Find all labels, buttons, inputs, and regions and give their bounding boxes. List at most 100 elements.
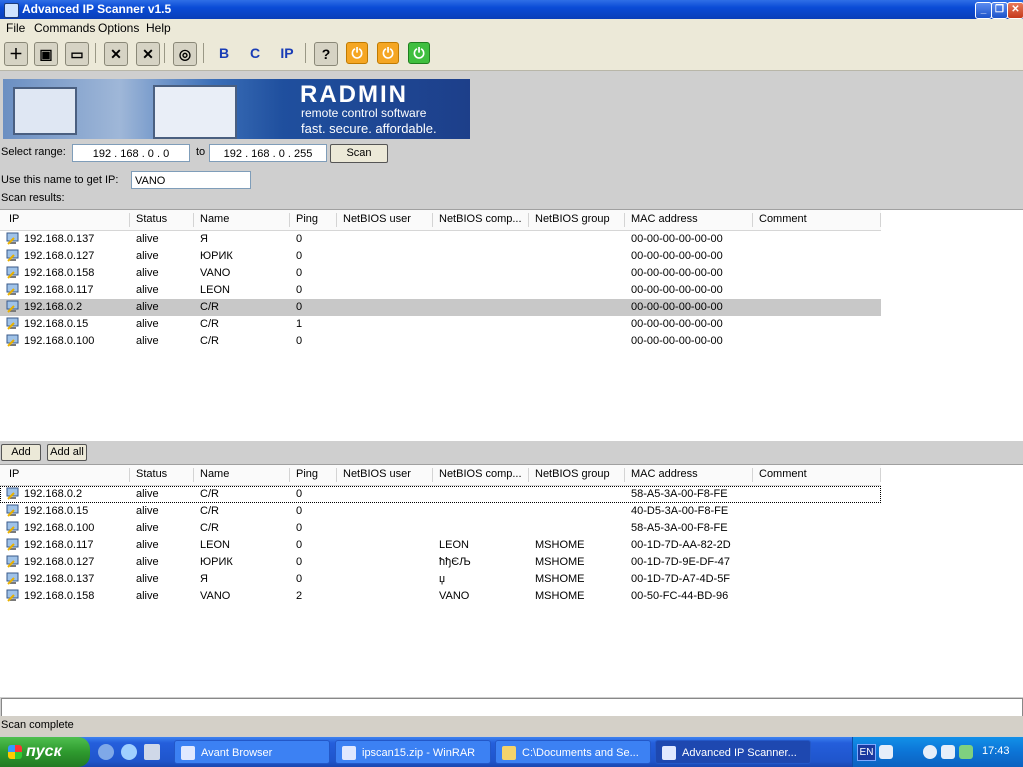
internet-explorer-icon[interactable] xyxy=(121,744,137,760)
col-netbios-group[interactable]: NetBIOS group xyxy=(535,468,610,480)
row-name: ЮРИК xyxy=(200,250,233,262)
table-row[interactable]: 192.168.0.127 alive ЮРИК 0 00-00-00-00-00-00 xyxy=(0,248,881,265)
row-netbios-group: MSHOME xyxy=(535,539,585,551)
name-input[interactable]: VANO xyxy=(131,171,251,189)
row-ping: 0 xyxy=(296,573,303,585)
table-row[interactable]: 192.168.0.137 alive Я 0 џ MSHOME 00-1D-7D-A7-4… xyxy=(0,571,881,588)
radmin-banner[interactable]: RADMIN remote control software fast. sec… xyxy=(3,79,470,139)
wake-on-lan-icon[interactable]: ⏻ xyxy=(408,42,430,64)
menu-help[interactable]: Help xyxy=(146,21,171,35)
row-ping: 0 xyxy=(296,267,303,279)
col-name[interactable]: Name xyxy=(200,468,229,480)
language-indicator[interactable]: EN xyxy=(857,744,876,761)
col-ip[interactable]: IP xyxy=(9,213,19,225)
range-from-input[interactable]: 192 . 168 . 0 . 0 xyxy=(72,144,190,162)
table-row[interactable]: 192.168.0.117 alive LEON 0 00-00-00-00-00-00 xyxy=(0,282,881,299)
remove-computer-icon[interactable]: ✕ xyxy=(104,42,128,66)
menu-options[interactable]: Options xyxy=(98,21,139,35)
add-computer-icon[interactable]: ＋ xyxy=(4,42,28,66)
computer-icon xyxy=(6,521,19,534)
col-name[interactable]: Name xyxy=(200,213,229,225)
class-b-icon[interactable]: B xyxy=(213,42,235,64)
taskbar-item-ip-scanner[interactable]: Advanced IP Scanner... xyxy=(655,740,811,764)
col-netbios-group[interactable]: NetBIOS group xyxy=(535,213,610,225)
show-desktop-icon[interactable] xyxy=(144,744,160,760)
computer-icon xyxy=(6,538,19,551)
row-ping: 0 xyxy=(296,522,303,534)
row-ip: 192.168.0.2 xyxy=(24,488,83,500)
row-status: alive xyxy=(136,556,159,568)
col-ping[interactable]: Ping xyxy=(296,468,318,480)
col-netbios-user[interactable]: NetBIOS user xyxy=(343,213,411,225)
media-player-icon[interactable] xyxy=(98,744,114,760)
taskbar-item-label: ipscan15.zip - WinRAR xyxy=(362,747,476,759)
winrar-icon xyxy=(342,746,356,760)
row-ip: 192.168.0.158 xyxy=(24,267,95,279)
saved-computers-list[interactable]: IP Status Name Ping NetBIOS user NetBIOS… xyxy=(0,464,1023,697)
table-row[interactable]: 192.168.0.2 alive C/R 0 58-A5-3A-00-F8-FE xyxy=(0,486,881,503)
avant-browser-icon xyxy=(181,746,195,760)
class-c-icon[interactable]: C xyxy=(244,42,266,64)
menu-file[interactable]: File xyxy=(6,21,25,35)
col-comment[interactable]: Comment xyxy=(759,213,807,225)
shutdown-icon[interactable]: ⏻ xyxy=(346,42,368,64)
maximize-button[interactable]: ❐ xyxy=(991,2,1008,19)
col-netbios-user[interactable]: NetBIOS user xyxy=(343,468,411,480)
add-button[interactable]: Add xyxy=(1,444,41,461)
table-row[interactable]: 192.168.0.137 alive Я 0 00-00-00-00-00-00 xyxy=(0,231,881,248)
title-bar[interactable]: Advanced IP Scanner v1.5 _ ❐ ✕ xyxy=(0,0,1023,19)
row-mac: 00-00-00-00-00-00 xyxy=(631,318,723,330)
col-status[interactable]: Status xyxy=(136,468,167,480)
table-row[interactable]: 192.168.0.100 alive C/R 0 58-A5-3A-00-F8-FE xyxy=(0,520,881,537)
row-netbios-comp: џ xyxy=(439,573,446,585)
row-ip: 192.168.0.15 xyxy=(24,318,89,330)
app-tray-icon[interactable] xyxy=(959,745,973,759)
help-icon[interactable]: ? xyxy=(314,42,338,66)
row-ip: 192.168.0.117 xyxy=(24,284,94,296)
close-button[interactable]: ✕ xyxy=(1007,2,1023,19)
remove-all-icon[interactable]: ✕ xyxy=(136,42,160,66)
row-ping: 1 xyxy=(296,318,303,330)
add-all-button[interactable]: Add all xyxy=(47,444,87,461)
back-arrow-icon[interactable] xyxy=(923,745,937,759)
agent-tray-icon[interactable] xyxy=(941,745,955,759)
scan-button[interactable]: Scan xyxy=(330,144,388,163)
col-status[interactable]: Status xyxy=(136,213,167,225)
table-row[interactable]: 192.168.0.15 alive C/R 0 40-D5-3A-00-F8-FE xyxy=(0,503,881,520)
ip-range-icon[interactable]: IP xyxy=(276,42,298,64)
list-header: IP Status Name Ping NetBIOS user NetBIOS… xyxy=(0,465,881,486)
open-folder-icon[interactable]: ▭ xyxy=(65,42,89,66)
menu-commands[interactable]: Commands xyxy=(34,21,95,35)
taskbar-item-explorer[interactable]: C:\Documents and Se... xyxy=(495,740,651,764)
row-status: alive xyxy=(136,267,159,279)
row-mac: 00-1D-7D-AA-82-2D xyxy=(631,539,731,551)
table-row[interactable]: 192.168.0.158 alive VANO 0 00-00-00-00-00-00 xyxy=(0,265,881,282)
col-ip[interactable]: IP xyxy=(9,468,19,480)
range-to-input[interactable]: 192 . 168 . 0 . 255 xyxy=(209,144,327,162)
col-ping[interactable]: Ping xyxy=(296,213,318,225)
scan-results-list[interactable]: IP Status Name Ping NetBIOS user NetBIOS… xyxy=(0,209,1023,441)
row-netbios-comp: ћђЄЉ xyxy=(439,556,471,568)
row-name: LEON xyxy=(200,284,230,296)
save-icon[interactable]: ▣ xyxy=(34,42,58,66)
table-row[interactable]: 192.168.0.158 alive VANO 2 VANO MSHOME 00-50-F… xyxy=(0,588,881,605)
table-row[interactable]: 192.168.0.15 alive C/R 1 00-00-00-00-00-00 xyxy=(0,316,881,333)
table-row[interactable]: 192.168.0.117 alive LEON 0 LEON MSHOME 00-1D-7… xyxy=(0,537,881,554)
minimize-button[interactable]: _ xyxy=(975,2,992,19)
start-button[interactable]: пуск xyxy=(0,737,90,767)
shutdown-cancel-icon[interactable]: ⏻ xyxy=(377,42,399,64)
col-mac[interactable]: MAC address xyxy=(631,213,698,225)
network-tray-icon[interactable] xyxy=(901,745,915,759)
col-mac[interactable]: MAC address xyxy=(631,468,698,480)
table-row[interactable]: 192.168.0.127 alive ЮРИК 0 ћђЄЉ MSHOME 00-1D-7… xyxy=(0,554,881,571)
network-icon[interactable]: ◎ xyxy=(173,42,197,66)
col-netbios-comp[interactable]: NetBIOS comp... xyxy=(439,468,522,480)
row-status: alive xyxy=(136,539,159,551)
taskbar-item-avant-browser[interactable]: Avant Browser xyxy=(174,740,330,764)
table-row[interactable]: 192.168.0.2 alive C/R 0 00-00-00-00-00-00 xyxy=(0,299,881,316)
help-tray-icon[interactable] xyxy=(879,745,893,759)
table-row[interactable]: 192.168.0.100 alive C/R 0 00-00-00-00-00-00 xyxy=(0,333,881,350)
col-netbios-comp[interactable]: NetBIOS comp... xyxy=(439,213,522,225)
taskbar-item-winrar[interactable]: ipscan15.zip - WinRAR xyxy=(335,740,491,764)
col-comment[interactable]: Comment xyxy=(759,468,807,480)
